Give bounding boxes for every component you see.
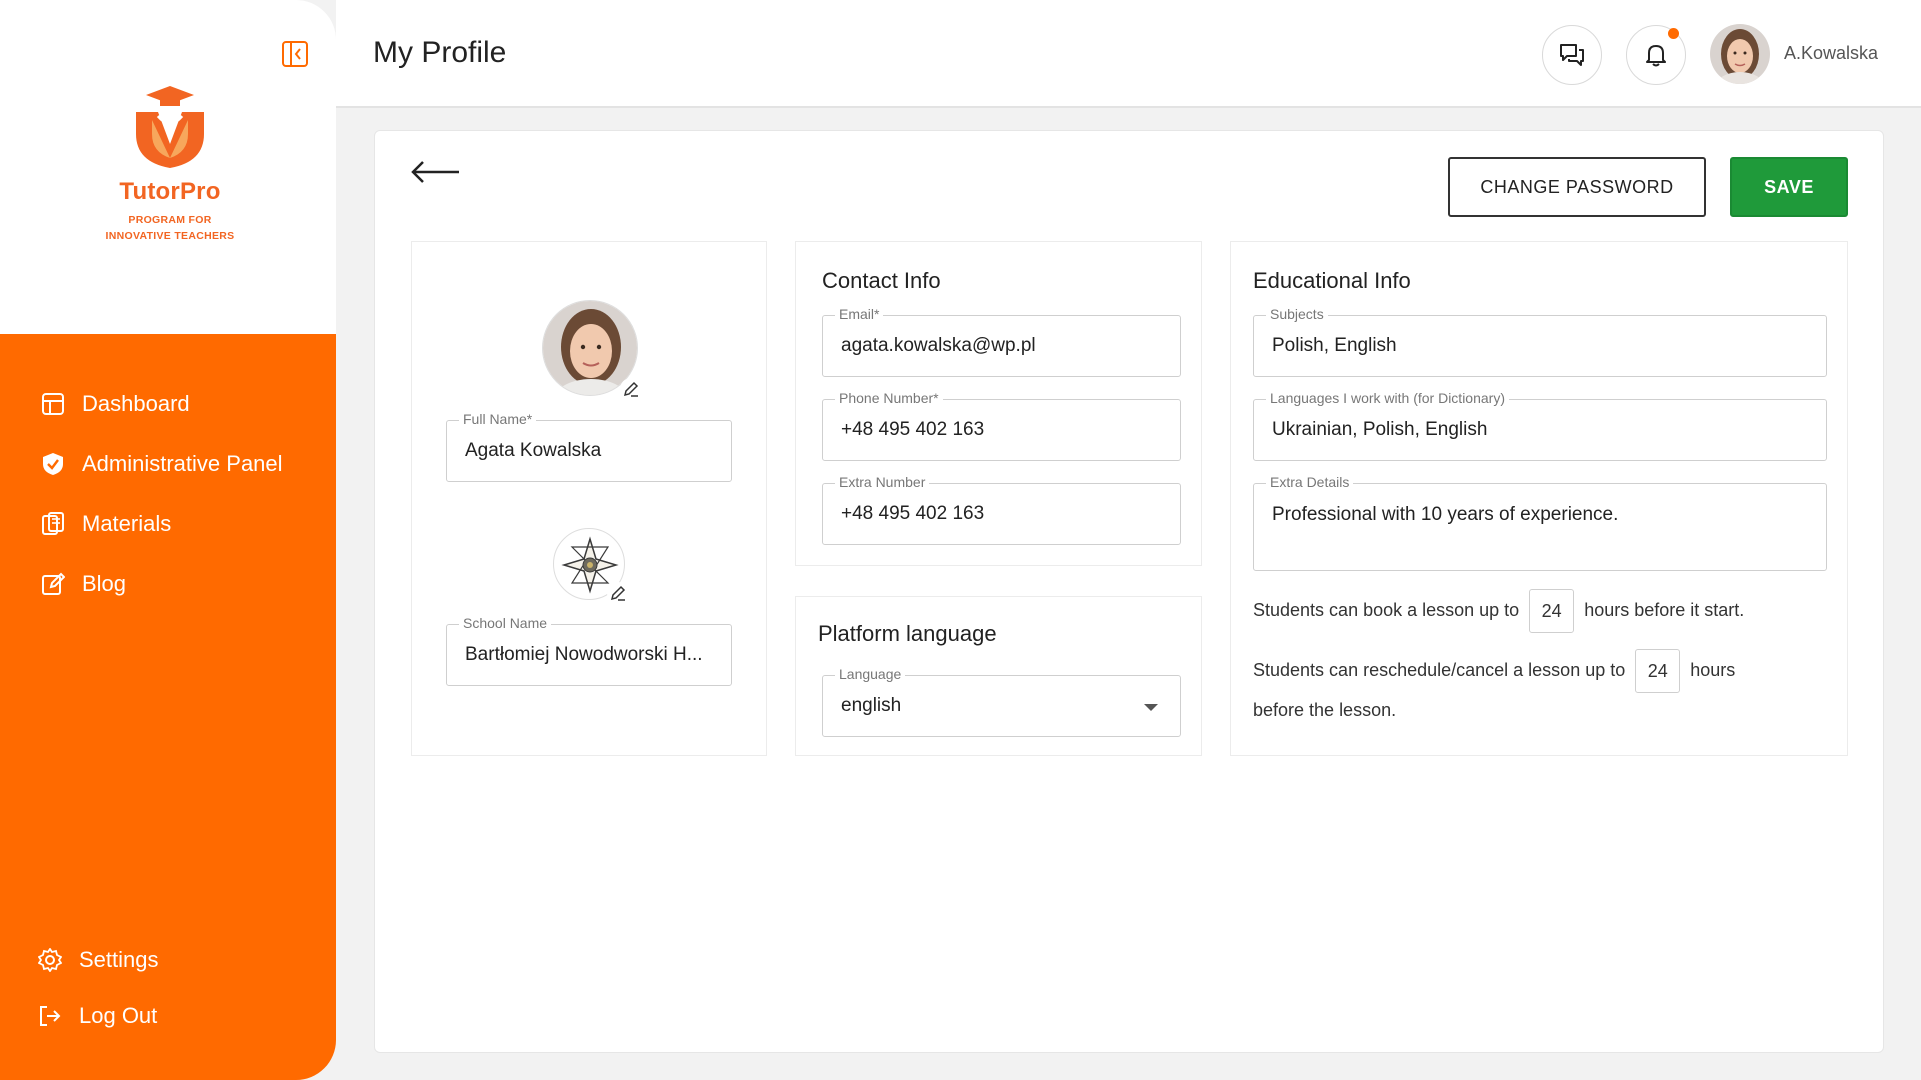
back-arrow-icon[interactable] [409,157,461,187]
booking-rule-suffix: hours before it start. [1584,599,1745,620]
extra-number-field[interactable]: Extra Number +48 495 402 163 [822,474,1181,545]
languages-field[interactable]: Languages I work with (for Dictionary) U… [1253,390,1827,461]
sidebar-item-label: Log Out [79,1003,158,1028]
brand-tagline: PROGRAM FOR INNOVATIVE TEACHERS [95,212,245,244]
change-password-button[interactable]: CHANGE PASSWORD [1448,157,1706,217]
school-name-value: Bartłomiej Nowodworski H... [465,644,703,665]
sidebar-item-blog[interactable]: Blog [0,554,336,614]
booking-rule: Students can book a lesson up to 24 hours … [1253,589,1833,633]
shield-icon [40,451,66,477]
email-field[interactable]: Email* agata.kowalska@wp.pl [822,306,1181,377]
save-button[interactable]: SAVE [1730,157,1848,217]
reschedule-rule-suffix: hours [1690,659,1736,680]
full-name-value: Agata Kowalska [465,440,602,461]
email-label: Email* [835,306,884,322]
extra-number-label: Extra Number [835,474,930,490]
header-username[interactable]: A.Kowalska [1784,43,1878,64]
booking-hours-input[interactable]: 24 [1529,589,1575,633]
platform-language-panel: Platform language Language english [795,596,1202,756]
brand-tagline-line1: PROGRAM FOR [128,214,212,226]
top-header: My Profile A.Kowalska [336,0,1921,108]
collapse-sidebar-icon[interactable] [281,40,309,68]
sidebar-item-label: Settings [79,947,159,972]
contact-info-title: Contact Info [822,268,941,293]
brand-name: TutorPro [119,178,221,205]
notification-dot [1668,28,1679,39]
phone-field[interactable]: Phone Number* +48 495 402 163 [822,390,1181,461]
language-value: english [841,695,902,716]
educational-info-title: Educational Info [1253,268,1411,293]
sidebar-item-label: Dashboard [82,391,190,416]
languages-label: Languages I work with (for Dictionary) [1266,390,1509,406]
sidebar-nav: Dashboard Administrative Panel Materials… [0,374,336,614]
reschedule-rule-tail: before the lesson. [1253,700,1397,720]
sidebar-item-materials[interactable]: Materials [0,494,336,554]
chat-icon [1560,44,1584,66]
full-name-label: Full Name* [459,411,537,427]
page-title: My Profile [373,36,507,69]
dashboard-icon [40,391,66,417]
notifications-button[interactable] [1626,25,1686,85]
sidebar-item-label: Administrative Panel [82,451,283,476]
sidebar-item-label: Blog [82,571,127,596]
subjects-value: Polish, English [1272,335,1397,356]
full-name-field[interactable]: Full Name* Agata Kowalska [446,411,732,482]
bell-icon [1646,45,1666,67]
extra-number-value: +48 495 402 163 [841,503,985,524]
profile-photo[interactable] [542,300,642,400]
extra-details-label: Extra Details [1266,474,1354,490]
languages-value: Ukrainian, Polish, English [1272,419,1488,440]
school-name-field[interactable]: School Name Bartłomiej Nowodworski H... [446,615,732,686]
logout-icon [37,1003,63,1029]
phone-label: Phone Number* [835,390,943,406]
gear-icon [37,947,63,973]
platform-language-title: Platform language [818,621,997,646]
sidebar-item-administrative-panel[interactable]: Administrative Panel [0,434,336,494]
email-value: agata.kowalska@wp.pl [841,335,1036,356]
reschedule-rule: Students can reschedule/cancel a lesson … [1253,649,1833,727]
educational-info-panel: Educational Info Subjects Polish, Englis… [1230,241,1848,756]
sidebar-item-settings[interactable]: Settings [0,932,336,988]
messages-button[interactable] [1542,25,1602,85]
booking-rule-prefix: Students can book a lesson up to [1253,599,1520,620]
subjects-field[interactable]: Subjects Polish, English [1253,306,1827,377]
user-avatar[interactable] [1710,24,1770,84]
profile-card: CHANGE PASSWORD SAVE Full Name* Agata Ko… [374,130,1884,1053]
logo: TutorPro PROGRAM FOR INNOVATIVE TEACHERS [95,84,245,264]
edit-school-logo-icon[interactable] [607,582,629,604]
materials-icon [40,511,66,537]
sidebar-item-dashboard[interactable]: Dashboard [0,374,336,434]
chevron-down-icon [1144,704,1158,711]
edit-icon [40,571,66,597]
subjects-label: Subjects [1266,306,1328,322]
contact-info-panel: Contact Info Email* agata.kowalska@wp.pl… [795,241,1202,566]
extra-details-value: Professional with 10 years of experience… [1272,504,1619,525]
extra-details-field[interactable]: Extra Details Professional with 10 years… [1253,474,1827,571]
language-label: Language [835,666,906,682]
language-select[interactable]: Language english [822,666,1181,737]
edit-photo-icon[interactable] [620,378,642,400]
reschedule-hours-input[interactable]: 24 [1635,649,1681,693]
school-name-label: School Name [459,615,552,631]
phone-value: +48 495 402 163 [841,419,985,440]
sidebar-item-label: Materials [82,511,172,536]
school-logo[interactable] [553,528,629,604]
sidebar-item-logout[interactable]: Log Out [0,988,336,1044]
profile-panel: Full Name* Agata Kowalska School Name Ba… [411,241,767,756]
reschedule-rule-prefix: Students can reschedule/cancel a lesson … [1253,659,1626,680]
sidebar: TutorPro PROGRAM FOR INNOVATIVE TEACHERS… [0,0,336,1080]
brand-tagline-line2: INNOVATIVE TEACHERS [105,230,235,242]
sidebar-bottom-nav: Settings Log Out [0,932,336,1044]
logo-mark-icon [136,86,204,168]
